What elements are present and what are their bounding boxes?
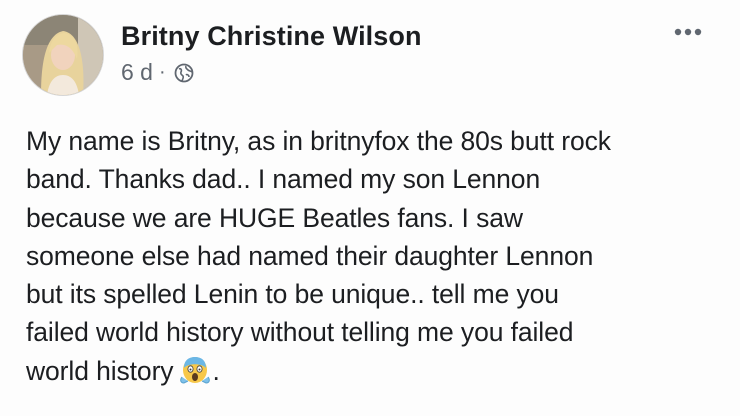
post-body: My name is Britny, as in britnyfox the 8…	[26, 122, 726, 390]
post-body-line: because we are HUGE Beatles fans. I saw	[26, 202, 523, 233]
globe-icon	[174, 62, 194, 83]
post-body-line: but its spelled Lenin to be unique.. tel…	[26, 279, 559, 310]
more-options-icon[interactable]	[668, 22, 708, 42]
post-header: Britny Christine Wilson 6 d ·	[22, 14, 422, 96]
avatar[interactable]	[22, 14, 104, 96]
post-body-line: world history	[26, 355, 174, 386]
screaming-face-emoji-icon	[178, 355, 212, 385]
post-subline: 6 d ·	[121, 59, 422, 85]
post-body-last-line: world history .	[26, 352, 726, 390]
facebook-post: Britny Christine Wilson 6 d · My name is…	[0, 0, 740, 416]
post-body-line: failed world history without telling me …	[26, 317, 574, 348]
separator: ·	[158, 61, 166, 83]
post-body-line: someone else had named their daughter Le…	[26, 240, 594, 271]
author-name[interactable]: Britny Christine Wilson	[121, 21, 422, 51]
post-body-line: band. Thanks dad.. I named my son Lennon	[26, 164, 541, 195]
post-body-end: .	[212, 355, 220, 386]
post-timestamp[interactable]: 6 d	[121, 59, 153, 85]
post-meta: Britny Christine Wilson 6 d ·	[121, 21, 422, 85]
post-body-line: My name is Britny, as in britnyfox the 8…	[26, 126, 611, 156]
